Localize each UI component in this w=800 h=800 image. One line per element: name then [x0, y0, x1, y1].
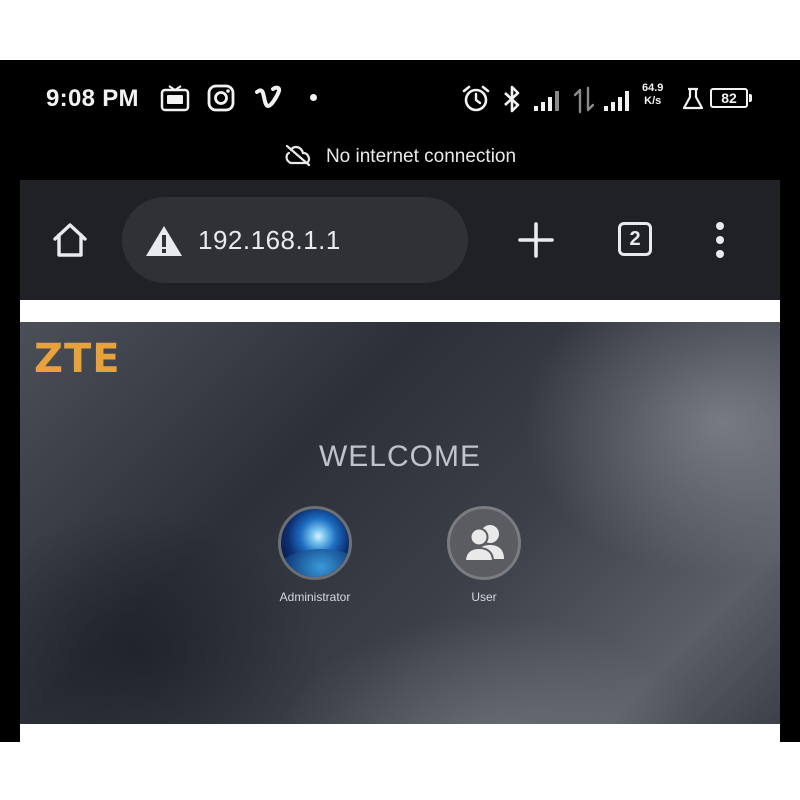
- home-button[interactable]: [50, 220, 90, 260]
- tab-count: 2: [629, 228, 641, 250]
- user-account[interactable]: User: [424, 506, 544, 604]
- network-speed-value: 64.9: [642, 82, 664, 94]
- cloud-off-icon: [285, 144, 311, 167]
- signal-icon: [604, 91, 629, 111]
- data-arrows-icon: [573, 86, 595, 114]
- network-speed: 64.9 K/s: [642, 82, 663, 108]
- user-group-icon[interactable]: [447, 506, 521, 580]
- address-bar[interactable]: 192.168.1.1: [122, 197, 468, 283]
- battery-icon: 82: [710, 88, 752, 108]
- page-footer: [20, 724, 780, 742]
- browser-window: 192.168.1.1 2 ZTE WELCOME Administrator …: [20, 180, 780, 742]
- url-text[interactable]: 192.168.1.1: [198, 225, 341, 256]
- user-label: User: [471, 590, 497, 604]
- warning-icon[interactable]: [144, 224, 184, 258]
- battery-level: 82: [721, 90, 737, 106]
- browser-toolbar: 192.168.1.1 2: [20, 180, 780, 300]
- welcome-heading: WELCOME: [318, 440, 481, 473]
- zte-login-page: ZTE WELCOME Administrator User: [20, 322, 780, 724]
- home-icon: [53, 223, 87, 257]
- plus-icon: [518, 222, 554, 258]
- vimeo-icon: [255, 85, 282, 108]
- status-bar: 9:08 PM 64.9 K/s 82: [0, 60, 800, 138]
- more-dot-icon: [716, 250, 724, 258]
- tab-switcher-button[interactable]: 2: [618, 222, 652, 256]
- signal-icon: [534, 91, 559, 111]
- notification-dot: [310, 94, 317, 101]
- no-internet-text: No internet connection: [325, 146, 517, 167]
- administrator-account[interactable]: Administrator: [255, 506, 375, 604]
- bluetooth-icon: [504, 85, 520, 113]
- more-dot-icon: [716, 236, 724, 244]
- tv-icon: [160, 85, 190, 112]
- administrator-label: Administrator: [279, 590, 351, 604]
- zte-logo: ZTE: [34, 336, 121, 382]
- more-options-button[interactable]: [710, 220, 730, 260]
- new-tab-button[interactable]: [516, 220, 556, 260]
- alarm-icon: [462, 85, 490, 112]
- more-dot-icon: [716, 222, 724, 230]
- network-speed-unit: K/s: [644, 95, 662, 107]
- no-internet-banner: No internet connection: [0, 144, 800, 174]
- lab-flask-icon: [682, 87, 704, 110]
- status-time: 9:08 PM: [46, 85, 139, 112]
- instagram-icon: [207, 84, 235, 112]
- users-icon: [463, 525, 504, 562]
- phone-screen: 9:08 PM 64.9 K/s 82 No internet connecti…: [0, 60, 800, 742]
- earth-avatar-icon[interactable]: [278, 506, 352, 580]
